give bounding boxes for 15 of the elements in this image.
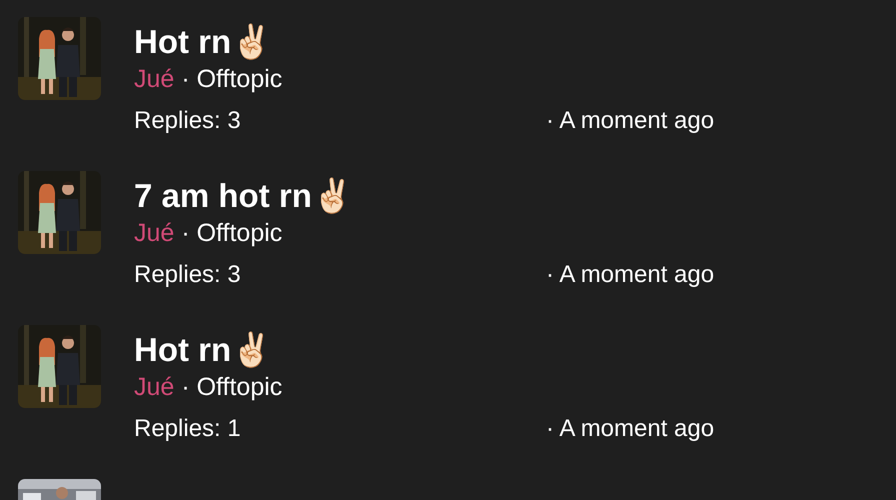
reply-count: Replies: 3	[134, 106, 241, 136]
thread-title[interactable]: Hot rn✌🏻	[134, 22, 272, 62]
reply-count: Replies: 1	[134, 414, 241, 444]
post-time: · A moment ago	[546, 414, 714, 444]
category-label: · Offtopic	[181, 372, 282, 402]
author-link[interactable]: Jué	[134, 372, 174, 402]
category-label: · Offtopic	[181, 64, 282, 94]
thread-title[interactable]: Hot rn✌🏻	[134, 330, 272, 370]
author-link[interactable]: Jué	[134, 64, 174, 94]
post-time: · A moment ago	[546, 260, 714, 290]
post-time: · A moment ago	[546, 106, 714, 136]
reply-count: Replies: 3	[134, 260, 241, 290]
author-link[interactable]: Jué	[134, 218, 174, 248]
category-label: · Offtopic	[181, 218, 282, 248]
thread-title[interactable]: 7 am hot rn✌🏻	[134, 176, 353, 216]
